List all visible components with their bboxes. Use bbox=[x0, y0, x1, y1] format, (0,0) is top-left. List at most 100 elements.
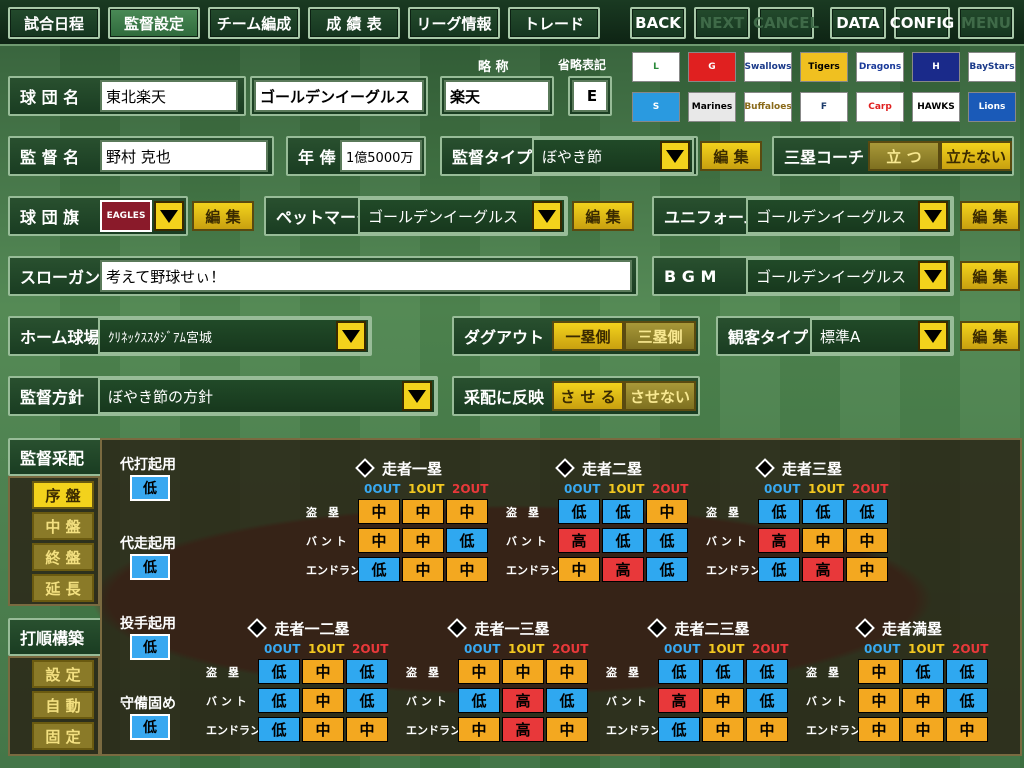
tactic-cell[interactable]: 中 bbox=[546, 659, 588, 684]
tactic-cell[interactable]: 低 bbox=[346, 688, 388, 713]
chevron-down-icon[interactable] bbox=[336, 321, 366, 351]
team-short-field[interactable]: E bbox=[572, 80, 608, 112]
chevron-down-icon[interactable] bbox=[660, 141, 690, 171]
dugout-first-base-button[interactable]: 一塁側 bbox=[552, 321, 624, 351]
bgm-edit-button[interactable]: 編 集 bbox=[960, 261, 1020, 291]
tactic-cell[interactable]: 中 bbox=[846, 557, 888, 582]
team-logo[interactable]: BayStars bbox=[968, 52, 1016, 82]
pitcher-use-value[interactable]: 低 bbox=[130, 634, 170, 660]
team-logo[interactable]: F bbox=[800, 92, 848, 122]
tactic-cell[interactable]: 高 bbox=[602, 557, 644, 582]
nav-stats[interactable]: 成 績 表 bbox=[308, 7, 400, 39]
back-button[interactable]: BACK bbox=[630, 7, 686, 39]
tactic-cell[interactable]: 中 bbox=[302, 688, 344, 713]
tactic-cell[interactable]: 低 bbox=[602, 528, 644, 553]
chevron-down-icon[interactable] bbox=[918, 261, 948, 291]
tactic-cell[interactable]: 低 bbox=[746, 659, 788, 684]
phase-early-button[interactable]: 序 盤 bbox=[32, 481, 94, 509]
tactic-cell[interactable]: 低 bbox=[546, 688, 588, 713]
tactic-cell[interactable]: 低 bbox=[258, 717, 300, 742]
tactic-cell[interactable]: 中 bbox=[558, 557, 600, 582]
crowd-type-dropdown[interactable]: 標準A bbox=[810, 318, 952, 354]
tactic-cell[interactable]: 低 bbox=[802, 499, 844, 524]
order-set-button[interactable]: 設 定 bbox=[32, 660, 94, 688]
tactic-cell[interactable]: 低 bbox=[558, 499, 600, 524]
tactic-cell[interactable]: 中 bbox=[702, 688, 744, 713]
team-logo[interactable]: S bbox=[632, 92, 680, 122]
tactic-cell[interactable]: 中 bbox=[402, 557, 444, 582]
defensive-sub-value[interactable]: 低 bbox=[130, 714, 170, 740]
team-abbr-field[interactable]: 楽天 bbox=[444, 80, 550, 112]
slogan-field[interactable]: 考えて野球せぃ！ bbox=[100, 260, 632, 292]
tactic-cell[interactable]: 低 bbox=[902, 659, 944, 684]
tactic-cell[interactable]: 中 bbox=[458, 659, 500, 684]
tactic-cell[interactable]: 低 bbox=[758, 499, 800, 524]
tactic-cell[interactable]: 中 bbox=[302, 659, 344, 684]
tactic-cell[interactable]: 低 bbox=[702, 659, 744, 684]
nav-team-roster[interactable]: チーム編成 bbox=[208, 7, 300, 39]
tactic-cell[interactable]: 低 bbox=[602, 499, 644, 524]
tactic-cell[interactable]: 中 bbox=[358, 528, 400, 553]
manager-name-field[interactable]: 野村 克也 bbox=[100, 140, 268, 172]
tactic-cell[interactable]: 中 bbox=[846, 528, 888, 553]
tactic-cell[interactable]: 低 bbox=[458, 688, 500, 713]
team-name-field[interactable]: 東北楽天 bbox=[100, 80, 238, 112]
next-button[interactable]: NEXT bbox=[694, 7, 750, 39]
team-logo[interactable]: Swallows bbox=[744, 52, 792, 82]
phase-late-button[interactable]: 終 盤 bbox=[32, 543, 94, 571]
tactic-cell[interactable]: 中 bbox=[858, 688, 900, 713]
order-auto-button[interactable]: 自 動 bbox=[32, 691, 94, 719]
phase-mid-button[interactable]: 中 盤 bbox=[32, 512, 94, 540]
nav-trade[interactable]: トレード bbox=[508, 7, 600, 39]
tactic-cell[interactable]: 低 bbox=[646, 557, 688, 582]
tactic-cell[interactable]: 中 bbox=[402, 528, 444, 553]
tactic-cell[interactable]: 中 bbox=[458, 717, 500, 742]
team-logo[interactable]: Dragons bbox=[856, 52, 904, 82]
chevron-down-icon[interactable] bbox=[918, 201, 948, 231]
tactic-cell[interactable]: 中 bbox=[646, 499, 688, 524]
team-logo[interactable]: HAWKS bbox=[912, 92, 960, 122]
tactic-cell[interactable]: 低 bbox=[946, 688, 988, 713]
tactic-cell[interactable]: 低 bbox=[646, 528, 688, 553]
pet-mark-dropdown[interactable]: ゴールデンイーグルス bbox=[358, 198, 566, 234]
tactic-cell[interactable]: 高 bbox=[502, 688, 544, 713]
tactic-cell[interactable]: 中 bbox=[802, 528, 844, 553]
tactic-cell[interactable]: 中 bbox=[346, 717, 388, 742]
nav-schedule[interactable]: 試合日程 bbox=[8, 7, 100, 39]
uniform-edit-button[interactable]: 編 集 bbox=[960, 201, 1020, 231]
tactic-cell[interactable]: 低 bbox=[658, 659, 700, 684]
tactic-cell[interactable]: 高 bbox=[502, 717, 544, 742]
tactic-cell[interactable]: 低 bbox=[946, 659, 988, 684]
tactic-cell[interactable]: 低 bbox=[358, 557, 400, 582]
team-logo[interactable]: Buffaloes bbox=[744, 92, 792, 122]
bgm-dropdown[interactable]: ゴールデンイーグルス bbox=[746, 258, 952, 294]
team-logo[interactable]: Marines bbox=[688, 92, 736, 122]
tactic-cell[interactable]: 高 bbox=[758, 528, 800, 553]
chevron-down-icon[interactable] bbox=[154, 201, 184, 231]
tactic-cell[interactable]: 中 bbox=[302, 717, 344, 742]
pinch-hitter-value[interactable]: 低 bbox=[130, 475, 170, 501]
tactic-cell[interactable]: 中 bbox=[858, 659, 900, 684]
reflect-yes-button[interactable]: さ せ る bbox=[552, 381, 624, 411]
menu-button[interactable]: MENU bbox=[958, 7, 1014, 39]
tactic-cell[interactable]: 低 bbox=[258, 688, 300, 713]
tactic-cell[interactable]: 高 bbox=[658, 688, 700, 713]
uniform-dropdown[interactable]: ゴールデンイーグルス bbox=[746, 198, 952, 234]
salary-field[interactable]: 1億5000万 bbox=[340, 140, 422, 172]
cancel-button[interactable]: CANCEL bbox=[753, 7, 819, 39]
tactic-cell[interactable]: 中 bbox=[902, 688, 944, 713]
tactic-cell[interactable]: 低 bbox=[746, 688, 788, 713]
tactic-cell[interactable]: 低 bbox=[846, 499, 888, 524]
team-logo[interactable]: H bbox=[912, 52, 960, 82]
team-logo[interactable]: G bbox=[688, 52, 736, 82]
tactic-cell[interactable]: 低 bbox=[658, 717, 700, 742]
team-logo[interactable]: Tigers bbox=[800, 52, 848, 82]
tactic-cell[interactable]: 中 bbox=[546, 717, 588, 742]
flag-edit-button[interactable]: 編 集 bbox=[192, 201, 254, 231]
coach-stand-button[interactable]: 立 つ bbox=[868, 141, 940, 171]
tactic-cell[interactable]: 中 bbox=[502, 659, 544, 684]
chevron-down-icon[interactable] bbox=[918, 321, 948, 351]
tactic-cell[interactable]: 中 bbox=[702, 717, 744, 742]
nav-manager-settings[interactable]: 監督設定 bbox=[108, 7, 200, 39]
tactic-cell[interactable]: 低 bbox=[258, 659, 300, 684]
